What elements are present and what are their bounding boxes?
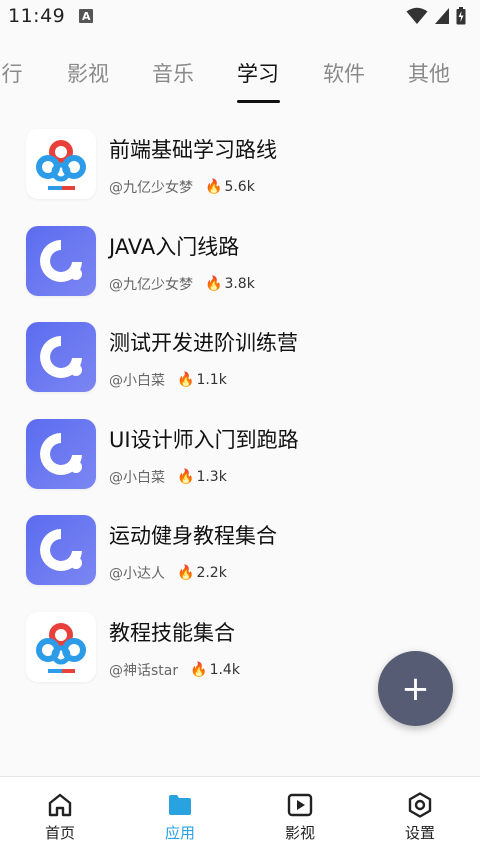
item-meta: @小白菜 🔥 1.3k bbox=[109, 467, 227, 487]
item-title: UI设计师入门到跑路 bbox=[109, 427, 299, 452]
item-count: 1.1k bbox=[196, 372, 227, 389]
item-author: @九亿少女梦 bbox=[109, 276, 193, 293]
settings-icon bbox=[408, 792, 432, 818]
signal-icon bbox=[435, 8, 449, 24]
folder-icon bbox=[169, 795, 191, 815]
item-count: 2.2k bbox=[196, 565, 227, 582]
notification-badge-icon: A bbox=[79, 9, 94, 23]
nav-label: 应用 bbox=[164, 824, 195, 842]
item-list: 前端基础学习路线 @九亿少女梦 🔥 5.6k JAVA入门线路 @九亿少女梦 🔥… bbox=[0, 120, 480, 700]
item-title: 运动健身教程集合 bbox=[109, 524, 277, 549]
item-count: 3.8k bbox=[224, 275, 255, 292]
bottom-nav: 首页 应用 影视 设置 bbox=[0, 776, 480, 854]
item-author: @神话star bbox=[109, 662, 179, 679]
item-title: 教程技能集合 bbox=[109, 620, 235, 645]
item-meta: @神话star 🔥 1.4k bbox=[109, 660, 240, 680]
tab-partial[interactable]: 行 bbox=[2, 58, 23, 88]
item-meta: @九亿少女梦 🔥 5.6k bbox=[109, 177, 255, 197]
nav-item-home[interactable]: 首页 bbox=[0, 777, 120, 854]
item-title: 前端基础学习路线 bbox=[109, 138, 277, 162]
list-item[interactable]: 测试开发进阶训练营 @小白菜 🔥 1.1k bbox=[0, 313, 480, 410]
item-count: 5.6k bbox=[224, 179, 255, 195]
tab-music[interactable]: 音乐 bbox=[152, 58, 194, 88]
fire-icon: 🔥 bbox=[177, 372, 195, 389]
fire-icon: 🔥 bbox=[190, 661, 208, 678]
nav-item-apps[interactable]: 应用 bbox=[120, 777, 240, 854]
add-button[interactable]: + bbox=[378, 651, 453, 726]
tab-movies[interactable]: 影视 bbox=[67, 58, 109, 88]
ring-logo-icon bbox=[26, 225, 96, 296]
nav-label: 设置 bbox=[404, 824, 435, 842]
list-item[interactable]: JAVA入门线路 @九亿少女梦 🔥 3.8k bbox=[0, 217, 480, 314]
active-tab-indicator bbox=[237, 100, 280, 103]
status-bar: 11:49 A bbox=[0, 0, 480, 32]
list-item[interactable]: 运动健身教程集合 @小达人 🔥 2.2k bbox=[0, 506, 480, 603]
item-meta: @九亿少女梦 🔥 3.8k bbox=[109, 274, 255, 294]
item-author: @小达人 bbox=[109, 566, 165, 583]
fire-icon: 🔥 bbox=[177, 468, 195, 485]
item-title: JAVA入门线路 bbox=[109, 234, 240, 259]
battery-icon bbox=[456, 7, 466, 25]
nav-label: 首页 bbox=[44, 824, 75, 842]
fire-icon: 🔥 bbox=[205, 179, 223, 195]
nav-item-movies[interactable]: 影视 bbox=[240, 777, 360, 854]
item-count: 1.4k bbox=[209, 661, 240, 678]
nav-label: 影视 bbox=[284, 824, 315, 842]
item-count: 1.3k bbox=[196, 468, 227, 485]
tab-study[interactable]: 学习 bbox=[237, 58, 279, 88]
ring-logo-icon bbox=[26, 322, 96, 393]
home-icon bbox=[48, 793, 72, 817]
ring-logo-icon bbox=[26, 515, 96, 586]
nav-item-settings[interactable]: 设置 bbox=[360, 777, 480, 854]
item-title: 测试开发进阶训练营 bbox=[109, 331, 298, 356]
fire-icon: 🔥 bbox=[205, 275, 223, 292]
item-author: @九亿少女梦 bbox=[109, 180, 193, 196]
status-time: 11:49 bbox=[8, 5, 66, 27]
list-item[interactable]: UI设计师入门到跑路 @小白菜 🔥 1.3k bbox=[0, 410, 480, 507]
ring-logo-icon bbox=[26, 418, 96, 489]
item-author: @小白菜 bbox=[109, 469, 165, 486]
play-icon bbox=[287, 793, 313, 817]
wifi-icon bbox=[406, 7, 428, 24]
item-meta: @小白菜 🔥 1.1k bbox=[109, 370, 227, 390]
tab-other[interactable]: 其他 bbox=[408, 58, 450, 88]
item-author: @小白菜 bbox=[109, 373, 165, 390]
list-item[interactable]: 前端基础学习路线 @九亿少女梦 🔥 5.6k bbox=[0, 120, 480, 217]
tab-software[interactable]: 软件 bbox=[323, 58, 365, 88]
fire-icon: 🔥 bbox=[177, 565, 195, 582]
cloud-logo-icon bbox=[26, 129, 96, 199]
cloud-logo-icon bbox=[26, 611, 96, 682]
category-tabs: 行 影视 音乐 学习 软件 其他 bbox=[0, 40, 480, 104]
item-meta: @小达人 🔥 2.2k bbox=[109, 563, 227, 583]
